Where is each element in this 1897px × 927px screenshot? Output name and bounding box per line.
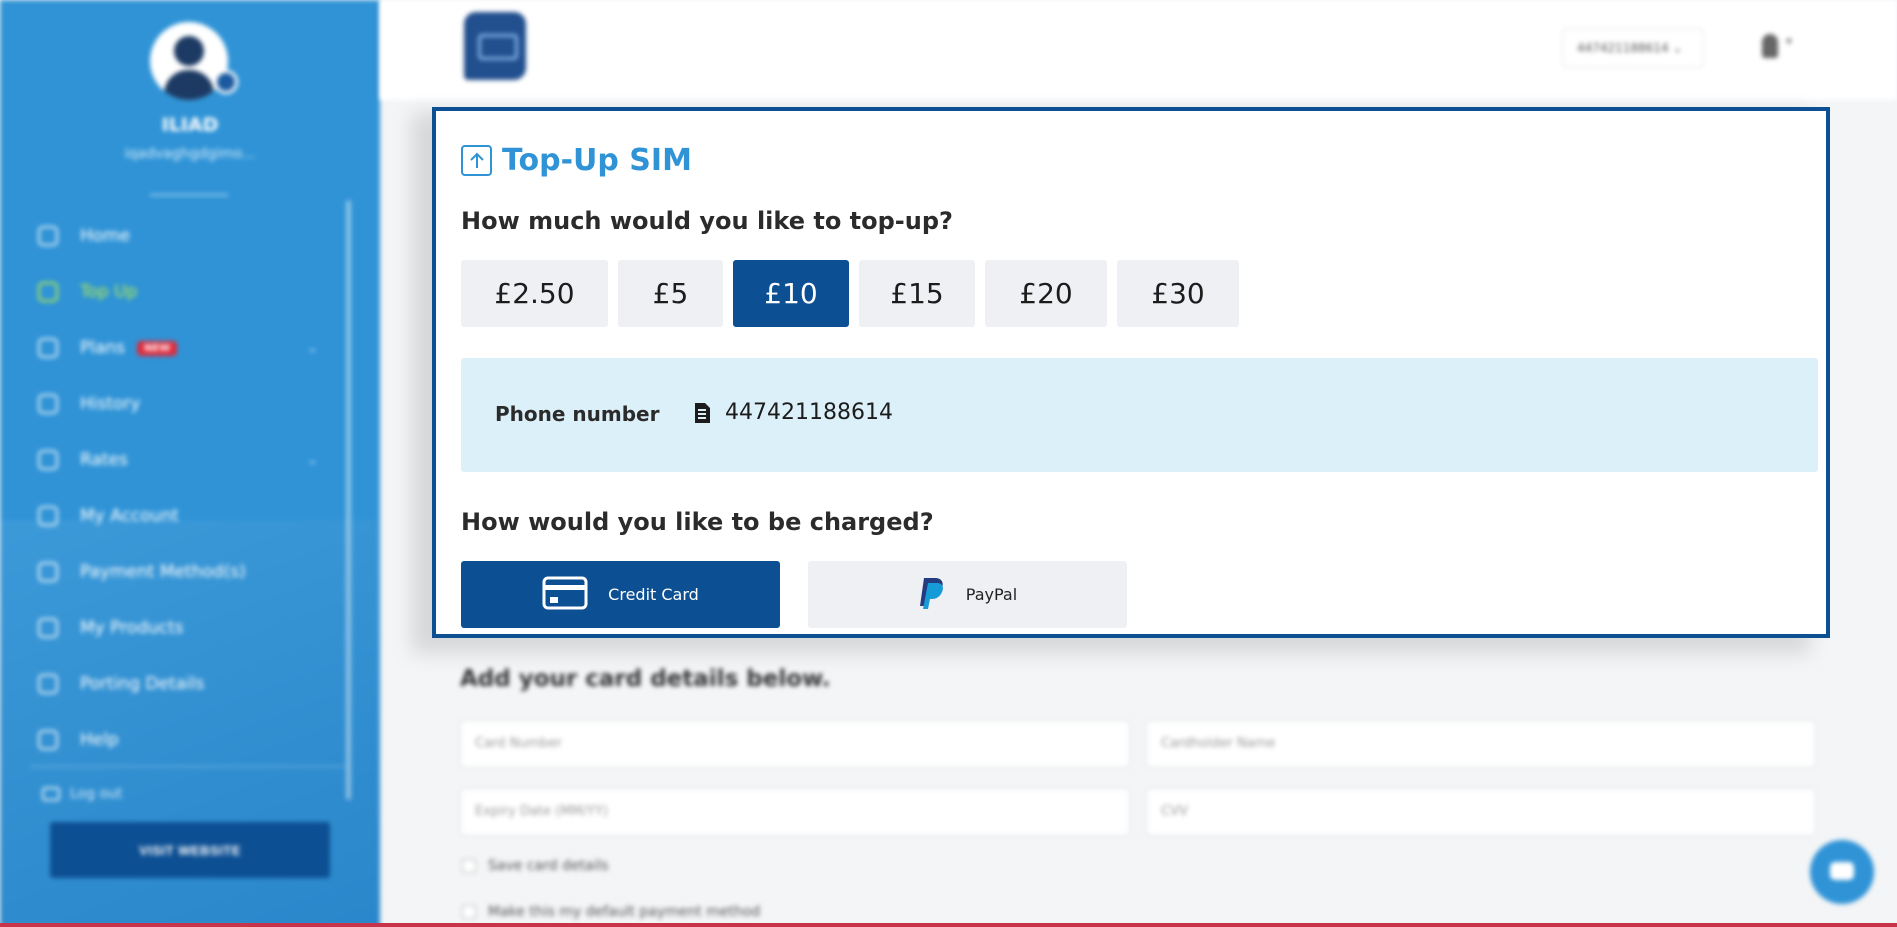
credit-card-option[interactable]: Credit Card [461,561,780,628]
amount-question: How much would you like to top-up? [461,207,953,235]
checkbox-box[interactable] [462,859,476,873]
sim-icon [38,618,58,638]
checkbox-label: Make this my default payment method [488,904,761,920]
card-number-input[interactable]: Card Number [460,720,1130,768]
cvv-input[interactable]: CVV [1146,788,1816,836]
sidebar: ILIAD iqadvaghgdgimo... Home Top Up Plan… [0,0,380,927]
avatar-body [164,70,214,100]
sidebar-item-porting-details[interactable]: Porting Details [38,656,338,712]
top-bar: 447421188614 ⌄ ▾ [380,0,1897,100]
pound-icon [38,450,58,470]
sidebar-item-label: Porting Details [80,674,205,694]
bag-icon [38,338,58,358]
page-title: Top-Up SIM [461,143,692,178]
chevron-down-icon: ⌄ [307,340,318,356]
sidebar-item-label: Home [80,226,131,246]
bottom-accent-bar [0,923,1897,927]
sidebar-item-label: My Products [80,618,184,638]
sidebar-item-label: My Account [80,506,179,526]
phone-select-value: 447421188614 [1577,41,1669,55]
credit-card-label: Credit Card [608,585,699,604]
help-icon [38,730,58,750]
phone-number-panel: Phone number 447421188614 [461,358,1818,472]
sidebar-divider [150,194,228,196]
phone-number-select[interactable]: 447421188614 ⌄ [1562,28,1704,68]
phone-number-label: Phone number [495,402,660,426]
save-card-checkbox[interactable]: Save card details [462,858,609,874]
amount-option-5[interactable]: £5 [618,260,723,327]
sidebar-scrollbar[interactable] [346,200,351,800]
default-payment-checkbox[interactable]: Make this my default payment method [462,904,760,920]
chevron-down-icon: ⌄ [1672,41,1683,55]
cardholder-name-input[interactable]: Cardholder Name [1146,720,1816,768]
checkbox-box[interactable] [462,905,476,919]
topup-card: Top-Up SIM How much would you like to to… [432,107,1830,638]
amount-options: £2.50 £5 £10 £15 £20 £30 [461,260,1249,327]
user-name: ILIAD [161,114,219,136]
logout-label: Log out [70,786,123,802]
logout-icon [42,787,60,801]
checkbox-label: Save card details [488,858,609,874]
brand-logo[interactable] [464,12,526,80]
sidebar-item-label: Payment Method(s) [80,562,246,582]
charge-question: How would you like to be charged? [461,508,934,536]
page-title-text: Top-Up SIM [502,143,692,178]
sidebar-item-label: Top Up [80,282,138,302]
amount-option-15[interactable]: £15 [859,260,975,327]
card-icon [38,562,58,582]
card-details-heading: Add your card details below. [460,666,831,692]
chevron-down-icon: ⌄ [307,452,318,468]
sidebar-item-my-account[interactable]: My Account [38,488,338,544]
sidebar-item-label: Help [80,730,119,750]
avatar-edit-badge[interactable] [214,70,238,94]
paypal-icon [918,576,946,614]
sidebar-item-label: Rates [80,450,128,470]
paypal-label: PayPal [965,585,1018,604]
sidebar-item-home[interactable]: Home [38,208,338,264]
paypal-option[interactable]: PayPal [808,561,1127,628]
new-badge: NEW [137,340,178,356]
amount-option-10[interactable]: £10 [733,260,849,327]
amount-option-20[interactable]: £20 [985,260,1107,327]
sidebar-item-rates[interactable]: Rates ⌄ [38,432,338,488]
amount-option-2-50[interactable]: £2.50 [461,260,608,327]
clock-icon [38,226,58,246]
history-icon [38,394,58,414]
arrow-up-icon [461,145,492,176]
sim-card-icon [693,402,711,424]
chevron-down-icon[interactable]: ▾ [1786,34,1792,48]
amount-option-30[interactable]: £30 [1117,260,1239,327]
sidebar-item-plans[interactable]: Plans NEW ⌄ [38,320,338,376]
visit-website-button[interactable]: VISIT WEBSITE [50,822,330,878]
credit-card-icon [542,576,588,614]
sidebar-item-help[interactable]: Help [38,712,338,768]
sidebar-item-my-products[interactable]: My Products [38,600,338,656]
user-icon [38,506,58,526]
sidebar-nav: Home Top Up Plans NEW ⌄ History Rates ⌄ My … [38,208,338,768]
user-icon[interactable] [1762,34,1778,58]
sidebar-item-label: History [80,394,141,414]
topup-icon [38,282,58,302]
link-icon [38,674,58,694]
logout-link[interactable]: Log out [42,786,122,802]
sidebar-item-label: Plans [80,338,126,358]
chat-widget-button[interactable] [1810,840,1874,904]
sidebar-item-top-up[interactable]: Top Up [38,264,338,320]
phone-number-value: 447421188614 [725,400,893,425]
expiry-date-input[interactable]: Expiry Date (MM/YY) [460,788,1130,836]
user-email: iqadvaghgdgimo... [124,146,256,162]
sidebar-item-history[interactable]: History [38,376,338,432]
avatar-head [174,36,204,66]
sidebar-separator [30,766,345,767]
sidebar-item-payment-methods[interactable]: Payment Method(s) [38,544,338,600]
